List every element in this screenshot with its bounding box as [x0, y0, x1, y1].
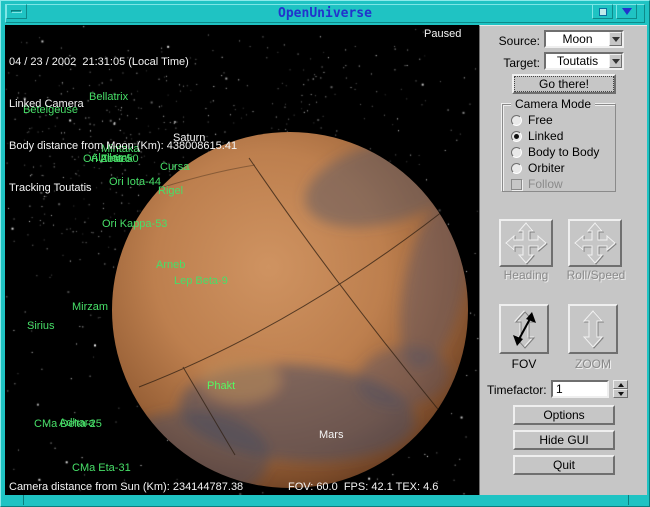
four-way-arrow-icon	[504, 221, 548, 265]
resize-notch[interactable]	[23, 495, 24, 505]
star-label: Lep Beta-9	[174, 275, 228, 287]
radio-orbiter[interactable]: Orbiter	[511, 161, 565, 175]
camera-mode-legend: Camera Mode	[511, 97, 595, 111]
hud-camera-mode: Linked Camera	[9, 97, 237, 111]
hud-datetime: 04 / 23 / 2002 21:31:05 (Local Time)	[9, 55, 237, 69]
radio-label: Orbiter	[528, 161, 565, 175]
render-viewport[interactable]: BellatrixBetelgeuseSaturnMintakaOri Zeta…	[5, 25, 479, 495]
source-value: Moon	[546, 32, 609, 46]
fov-pad-button[interactable]	[499, 304, 549, 354]
radio-icon	[511, 147, 522, 158]
zoom-arrow-icon	[572, 308, 614, 350]
spinner-up-button[interactable]	[613, 380, 628, 389]
hud-tracking: Tracking Toutatis	[9, 181, 237, 195]
timefactor-label: Timefactor:	[487, 383, 549, 397]
window-menu-button[interactable]	[6, 4, 27, 19]
follow-label: Follow	[528, 177, 563, 191]
fov-arrow-icon	[503, 308, 545, 350]
star-label: CMa Delta-25	[34, 418, 102, 430]
source-dropdown-button[interactable]	[609, 32, 622, 46]
hud-bottom-block: Camera distance from Sun (Km): 234144787…	[9, 452, 243, 495]
rollspeed-pad-button[interactable]	[568, 219, 622, 267]
maximize-icon	[599, 8, 607, 16]
openuniverse-window: OpenUniverse	[0, 0, 650, 507]
hud-body-distance: Body distance from Moon (Km): 438008615.…	[9, 139, 237, 153]
zoom-label: ZOOM	[568, 357, 618, 371]
heading-pad-button[interactable]	[499, 219, 553, 267]
zoom-pad-button[interactable]	[568, 304, 618, 354]
target-dropdown-button[interactable]	[609, 54, 622, 68]
maximize-button[interactable]	[592, 4, 613, 19]
radio-icon	[511, 163, 522, 174]
window-menu-icon	[11, 10, 22, 13]
source-dropdown[interactable]: Moon	[544, 30, 624, 48]
radio-icon	[511, 131, 522, 142]
radio-label: Linked	[528, 129, 563, 143]
source-label: Source:	[488, 34, 540, 48]
titlebar[interactable]: OpenUniverse	[5, 4, 645, 23]
quit-button[interactable]: Quit	[513, 455, 615, 475]
follow-checkbox[interactable]: Follow	[511, 177, 563, 191]
control-panel: Source: Moon Target: Toutatis Go there! …	[479, 25, 647, 495]
chevron-down-icon	[622, 8, 632, 15]
hud-top-block: 04 / 23 / 2002 21:31:05 (Local Time) Lin…	[9, 27, 237, 223]
timefactor-input[interactable]	[551, 380, 609, 398]
hud-stats: FOV: 60.0 FPS: 42.1 TEX: 4.6	[288, 480, 438, 494]
target-dropdown[interactable]: Toutatis	[544, 52, 624, 70]
radio-body-to-body[interactable]: Body to Body	[511, 145, 599, 159]
chevron-down-icon	[612, 59, 620, 64]
rollspeed-label: Roll/Speed	[560, 268, 632, 282]
radio-free[interactable]: Free	[511, 113, 553, 127]
go-there-button[interactable]: Go there!	[512, 74, 616, 94]
target-value: Toutatis	[546, 54, 609, 68]
star-label: Sirius	[27, 320, 55, 332]
options-button[interactable]: Options	[513, 405, 615, 425]
star-label: Phakt	[207, 380, 235, 392]
target-label: Target:	[488, 56, 540, 70]
radio-label: Body to Body	[528, 145, 599, 159]
paused-indicator: Paused	[424, 27, 461, 41]
camera-mode-group: Camera Mode FreeLinkedBody to BodyOrbite…	[502, 104, 616, 192]
hide-gui-button[interactable]: Hide GUI	[513, 430, 615, 450]
radio-linked[interactable]: Linked	[511, 129, 563, 143]
hud-sun-distance: Camera distance from Sun (Km): 234144787…	[9, 480, 243, 494]
resize-notch[interactable]	[628, 495, 629, 505]
star-label: Mirzam	[72, 301, 108, 313]
radio-label: Free	[528, 113, 553, 127]
four-way-arrow-icon	[573, 221, 617, 265]
radio-icon	[511, 115, 522, 126]
window-title: OpenUniverse	[278, 6, 372, 21]
star-label: Arneb	[156, 259, 185, 271]
fov-label: FOV	[499, 357, 549, 371]
chevron-down-icon	[612, 37, 620, 42]
timefactor-spinner	[613, 380, 628, 398]
shade-button[interactable]	[616, 4, 637, 19]
spinner-down-button[interactable]	[613, 389, 628, 398]
heading-label: Heading	[494, 268, 558, 282]
star-label: Mars	[319, 429, 343, 441]
checkbox-icon	[511, 179, 522, 190]
